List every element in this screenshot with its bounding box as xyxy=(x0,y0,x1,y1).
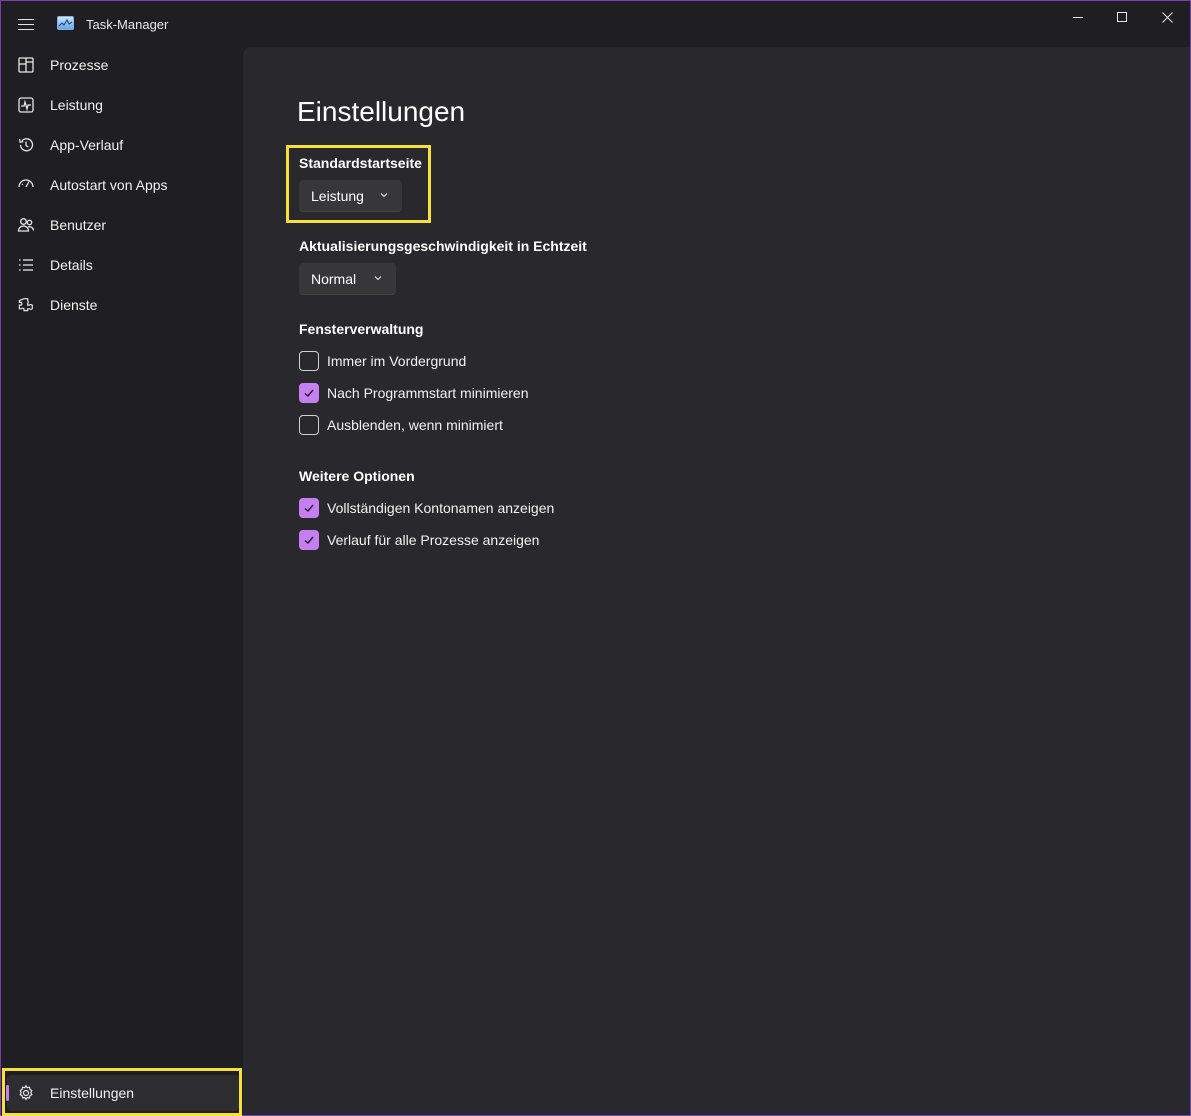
maximize-button[interactable] xyxy=(1099,1,1145,33)
maximize-icon xyxy=(1117,12,1127,22)
update-speed-dropdown[interactable]: Normal xyxy=(299,263,396,295)
sidebar-item-services[interactable]: Dienste xyxy=(7,287,239,323)
sidebar-item-processes[interactable]: Prozesse xyxy=(7,47,239,83)
checkbox[interactable] xyxy=(299,351,319,371)
chevron-down-icon xyxy=(374,276,382,281)
startup-icon xyxy=(18,179,34,188)
highlight-box-default-page xyxy=(286,145,431,223)
minimize-on-start-checkbox-row[interactable]: Nach Programmstart minimieren xyxy=(299,382,529,404)
highlight-box-settings xyxy=(2,1068,242,1116)
services-icon xyxy=(18,298,33,312)
sidebar-item-label: App-Verlauf xyxy=(50,137,124,153)
task-manager-window: Task-Manager Prozesse Leistung App-Verla… xyxy=(0,0,1191,1116)
page-title: Einstellungen xyxy=(297,96,466,127)
processes-icon xyxy=(18,57,34,73)
task-manager-app-icon xyxy=(57,16,74,30)
users-icon xyxy=(17,218,35,232)
checkbox[interactable] xyxy=(299,530,319,550)
checkmark-icon xyxy=(304,389,314,397)
hide-when-minimized-checkbox-row[interactable]: Ausblenden, wenn minimiert xyxy=(299,414,503,436)
more-options-label: Weitere Optionen xyxy=(299,468,415,484)
sidebar-item-details[interactable]: Details xyxy=(7,247,239,283)
performance-icon xyxy=(18,97,34,113)
minimize-icon xyxy=(1073,16,1083,18)
checkbox-label: Nach Programmstart minimieren xyxy=(327,385,529,401)
details-icon xyxy=(19,259,33,271)
app-title: Task-Manager xyxy=(86,17,169,32)
sidebar-item-label: Dienste xyxy=(50,297,98,313)
sidebar-item-startup-apps[interactable]: Autostart von Apps xyxy=(7,167,239,203)
window-management-label: Fensterverwaltung xyxy=(299,321,424,337)
sidebar-item-label: Leistung xyxy=(50,97,103,113)
update-speed-label: Aktualisierungsgeschwindigkeit in Echtze… xyxy=(299,238,587,254)
checkmark-icon xyxy=(304,536,314,544)
checkbox-label: Immer im Vordergrund xyxy=(327,353,467,369)
sidebar-nav: Prozesse Leistung App-Verlauf Autostart … xyxy=(1,47,243,1115)
history-all-processes-checkbox-row[interactable]: Verlauf für alle Prozesse anzeigen xyxy=(299,529,539,551)
full-account-name-checkbox-row[interactable]: Vollständigen Kontonamen anzeigen xyxy=(299,497,554,519)
sidebar-item-label: Details xyxy=(50,257,93,273)
checkbox[interactable] xyxy=(299,415,319,435)
always-on-top-checkbox-row[interactable]: Immer im Vordergrund xyxy=(299,350,466,372)
sidebar-item-users[interactable]: Benutzer xyxy=(7,207,239,243)
hamburger-icon[interactable] xyxy=(15,13,37,35)
checkbox-label: Vollständigen Kontonamen anzeigen xyxy=(327,500,555,516)
title-bar: Task-Manager xyxy=(1,1,1190,47)
minimize-button[interactable] xyxy=(1055,1,1101,33)
close-icon xyxy=(1161,11,1173,23)
sidebar-item-app-history[interactable]: App-Verlauf xyxy=(7,127,239,163)
checkbox-label: Ausblenden, wenn minimiert xyxy=(327,417,503,433)
dropdown-value: Normal xyxy=(311,270,357,287)
checkmark-icon xyxy=(304,504,314,512)
checkbox[interactable] xyxy=(299,498,319,518)
sidebar-item-label: Autostart von Apps xyxy=(50,177,168,193)
sidebar-item-performance[interactable]: Leistung xyxy=(7,87,239,123)
history-icon xyxy=(18,138,34,152)
settings-page: Einstellungen Standardstartseite Leistun… xyxy=(243,47,1190,1115)
checkbox-label: Verlauf für alle Prozesse anzeigen xyxy=(327,532,540,548)
sidebar-item-label: Prozesse xyxy=(50,57,109,73)
sidebar-item-label: Benutzer xyxy=(50,217,107,233)
checkbox[interactable] xyxy=(299,383,319,403)
close-button[interactable] xyxy=(1144,1,1190,33)
